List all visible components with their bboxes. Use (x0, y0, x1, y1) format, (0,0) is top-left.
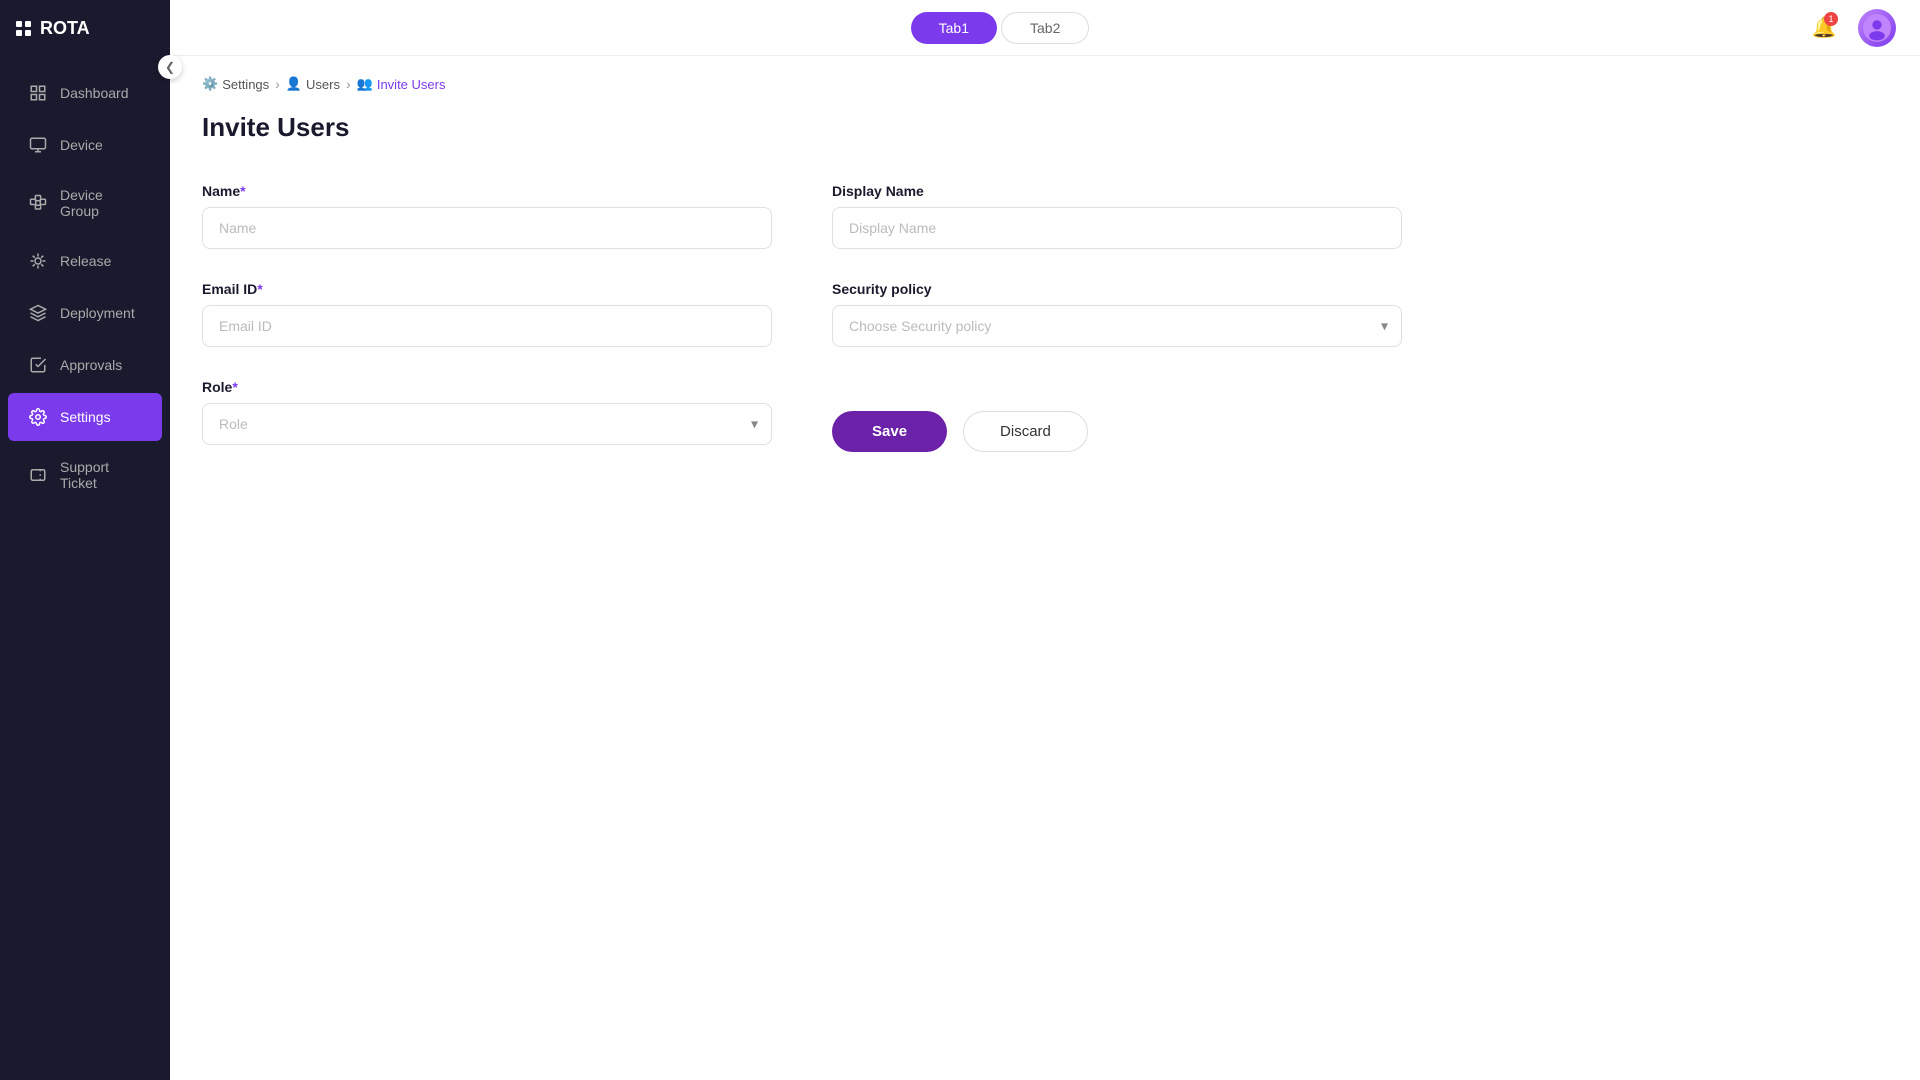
approvals-icon (28, 355, 48, 375)
email-input[interactable] (202, 305, 772, 347)
app-name: ROTA (40, 18, 90, 39)
breadcrumb-current: 👥 Invite Users (357, 76, 446, 92)
name-label: Name* (202, 183, 772, 199)
avatar-image (1863, 14, 1891, 42)
sidebar-item-dashboard[interactable]: Dashboard (8, 69, 162, 117)
security-policy-label: Security policy (832, 281, 1402, 297)
display-name-label: Display Name (832, 183, 1402, 199)
sidebar-item-label: Release (60, 253, 111, 269)
role-field-group: Role* Role ▾ (202, 379, 772, 452)
main-content: Tab1 Tab2 🔔 1 ⚙️ Settings › (170, 0, 1920, 1080)
sidebar-item-deployment[interactable]: Deployment (8, 289, 162, 337)
settings-breadcrumb-icon: ⚙️ (202, 76, 218, 92)
role-select[interactable]: Role (202, 403, 772, 445)
device-icon (28, 135, 48, 155)
name-field-group: Name* (202, 183, 772, 249)
display-name-field-group: Display Name (832, 183, 1402, 249)
page-title: Invite Users (202, 112, 1888, 143)
page-content: ⚙️ Settings › 👤 Users › 👥 Invite Users I… (170, 56, 1920, 1080)
sidebar-collapse-button[interactable]: ❮ (158, 55, 182, 79)
display-name-input[interactable] (832, 207, 1402, 249)
breadcrumb: ⚙️ Settings › 👤 Users › 👥 Invite Users (202, 76, 1888, 92)
role-select-wrapper: Role ▾ (202, 403, 772, 445)
app-logo: ROTA (0, 0, 170, 57)
sidebar-item-device-group[interactable]: Device Group (8, 173, 162, 233)
topbar: Tab1 Tab2 🔔 1 (170, 0, 1920, 56)
discard-button[interactable]: Discard (963, 411, 1088, 452)
form-actions-group: Save Discard (832, 379, 1402, 452)
breadcrumb-sep-1: › (275, 76, 280, 92)
support-ticket-icon (28, 465, 48, 485)
sidebar-item-label: Approvals (60, 357, 122, 373)
security-policy-field-group: Security policy Choose Security policy ▾ (832, 281, 1402, 347)
sidebar-item-label: Dashboard (60, 85, 129, 101)
sidebar-item-label: Support Ticket (60, 459, 142, 491)
sidebar-item-release[interactable]: Release (8, 237, 162, 285)
sidebar-item-device[interactable]: Device (8, 121, 162, 169)
top-tab-1[interactable]: Tab1 (911, 12, 997, 44)
email-label: Email ID* (202, 281, 772, 297)
notification-badge: 1 (1824, 12, 1838, 26)
save-button[interactable]: Save (832, 411, 947, 452)
breadcrumb-users[interactable]: 👤 Users (286, 76, 340, 92)
sidebar-nav: Dashboard Device Device Group Release De… (0, 57, 170, 1080)
security-policy-select-wrapper: Choose Security policy ▾ (832, 305, 1402, 347)
dashboard-icon (28, 83, 48, 103)
release-icon (28, 251, 48, 271)
sidebar-item-label: Deployment (60, 305, 135, 321)
sidebar-item-support-ticket[interactable]: Support Ticket (8, 445, 162, 505)
sidebar-item-label: Settings (60, 409, 111, 425)
form-actions: Save Discard (832, 411, 1402, 452)
sidebar-item-approvals[interactable]: Approvals (8, 341, 162, 389)
sidebar-item-label: Device (60, 137, 103, 153)
name-input[interactable] (202, 207, 772, 249)
security-policy-select[interactable]: Choose Security policy (832, 305, 1402, 347)
role-label: Role* (202, 379, 772, 395)
deployment-icon (28, 303, 48, 323)
device-group-icon (28, 193, 48, 213)
logo-dots-icon (16, 21, 32, 37)
sidebar-item-label: Device Group (60, 187, 142, 219)
top-tab-2[interactable]: Tab2 (1001, 12, 1089, 44)
breadcrumb-settings[interactable]: ⚙️ Settings (202, 76, 269, 92)
email-field-group: Email ID* (202, 281, 772, 347)
avatar[interactable] (1858, 9, 1896, 47)
invite-users-breadcrumb-icon: 👥 (357, 76, 373, 92)
settings-icon (28, 407, 48, 427)
sidebar: ROTA Dashboard Device Device Group Relea… (0, 0, 170, 1080)
notification-button[interactable]: 🔔 1 (1806, 10, 1842, 46)
topbar-actions: 🔔 1 (1806, 9, 1896, 47)
breadcrumb-sep-2: › (346, 76, 351, 92)
role-required: * (232, 379, 237, 395)
invite-users-form: Name* Display Name Email ID* Security po… (202, 183, 1402, 452)
sidebar-item-settings[interactable]: Settings (8, 393, 162, 441)
email-required: * (257, 281, 262, 297)
name-required: * (240, 183, 245, 199)
users-breadcrumb-icon: 👤 (286, 76, 302, 92)
